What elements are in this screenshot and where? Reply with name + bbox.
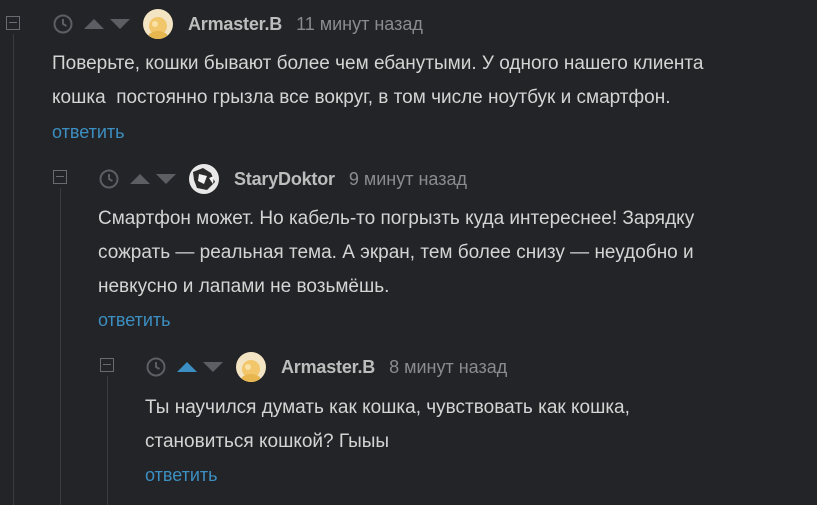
avatar[interactable] xyxy=(236,352,266,382)
timestamp[interactable]: 9 минут назад xyxy=(349,169,467,190)
timestamp[interactable]: 8 минут назад xyxy=(389,357,507,378)
clock-icon[interactable] xyxy=(146,357,166,377)
comment-text: Ты научился думать как кошка, чувствоват… xyxy=(145,397,630,452)
comment-text: Смартфон может. Но кабель-то погрызть ку… xyxy=(98,208,695,297)
username[interactable]: Armaster.B xyxy=(281,357,375,378)
collapse-button[interactable] xyxy=(6,16,20,30)
clock-icon[interactable] xyxy=(53,14,73,34)
thread-line xyxy=(107,376,108,505)
collapse-button[interactable] xyxy=(53,170,67,184)
comment-text: Поверьте, кошки бывают более чем ебануты… xyxy=(52,53,704,108)
clock-icon[interactable] xyxy=(99,169,119,189)
comment-header: Armaster.B 8 минут назад xyxy=(146,352,507,382)
upvote-icon[interactable] xyxy=(130,174,150,184)
timestamp[interactable]: 11 минут назад xyxy=(296,14,423,35)
sun-avatar-icon xyxy=(143,9,173,39)
reply-link[interactable]: ответить xyxy=(145,465,218,486)
avatar[interactable] xyxy=(189,164,219,194)
downvote-icon[interactable] xyxy=(203,362,223,372)
reply-link[interactable]: ответить xyxy=(98,310,171,331)
upvote-icon[interactable] xyxy=(177,362,197,372)
thread-line xyxy=(13,34,14,505)
username[interactable]: StaryDoktor xyxy=(234,169,335,190)
comment-header: Armaster.B 11 минут назад xyxy=(53,9,423,39)
sun-avatar-icon xyxy=(236,352,266,382)
comment-header: StaryDoktor 9 минут назад xyxy=(99,164,467,194)
thread-line xyxy=(60,188,61,505)
upvote-icon[interactable] xyxy=(84,19,104,29)
avatar[interactable] xyxy=(143,9,173,39)
downvote-icon[interactable] xyxy=(156,174,176,184)
bw-avatar-icon xyxy=(189,164,219,194)
reply-link[interactable]: ответить xyxy=(52,122,125,143)
collapse-button[interactable] xyxy=(100,358,114,372)
downvote-icon[interactable] xyxy=(110,19,130,29)
username[interactable]: Armaster.B xyxy=(188,14,282,35)
